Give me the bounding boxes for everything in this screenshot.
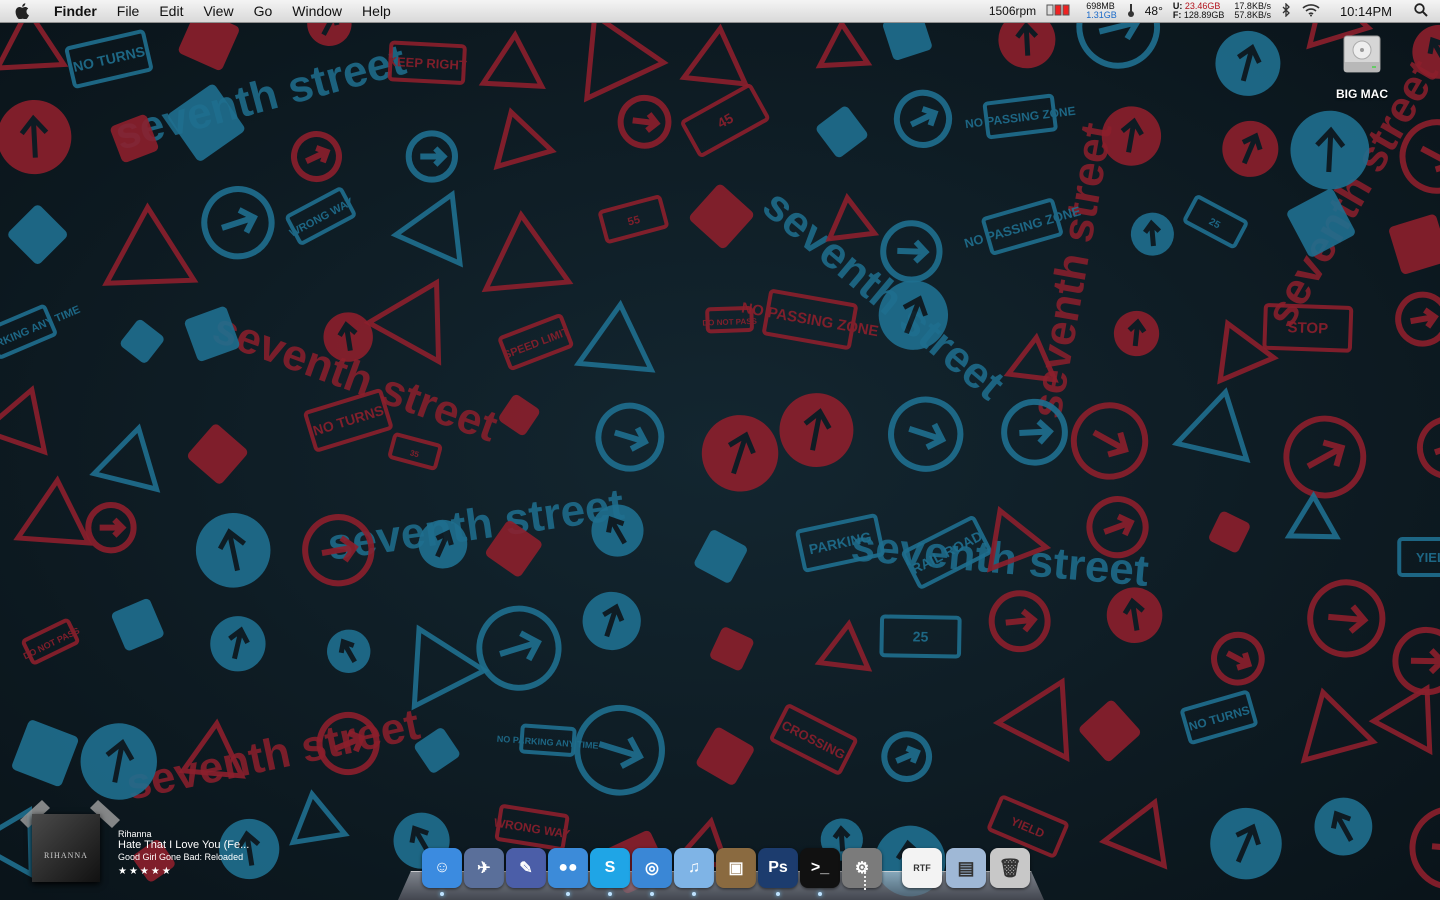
- memory-gauge-icon[interactable]: [1041, 3, 1081, 20]
- dock-safari-icon[interactable]: ◎: [632, 848, 672, 888]
- album-art-text: RIHANNA: [44, 851, 88, 860]
- dock-itunes-icon[interactable]: ♫: [674, 848, 714, 888]
- dock-preview-icon[interactable]: ✈: [464, 848, 504, 888]
- hard-drive-desktop-icon[interactable]: BIG MAC: [1330, 30, 1394, 101]
- dock-separator: [864, 868, 866, 890]
- network-status[interactable]: 17.8KB/s 57.8KB/s: [1229, 2, 1276, 20]
- now-playing-artist: Rihanna: [118, 829, 152, 839]
- dock-system-preferences-icon[interactable]: ⚙: [842, 848, 882, 888]
- running-indicator: [566, 892, 570, 896]
- now-playing-widget[interactable]: RIHANNA Rihanna Hate That I Love You (Fe…: [20, 800, 280, 890]
- running-indicator: [818, 892, 822, 896]
- memory-free: 1.31GB: [1086, 10, 1117, 20]
- dock-messenger-icon[interactable]: ●●: [548, 848, 588, 888]
- svg-text:YIELD: YIELD: [1416, 550, 1440, 565]
- menu-file[interactable]: File: [107, 0, 150, 22]
- dock-rtf-document-icon[interactable]: RTF: [902, 848, 942, 888]
- thermometer-icon: [1122, 3, 1140, 20]
- fan-speed-status[interactable]: 1506rpm: [984, 4, 1041, 18]
- temperature-status[interactable]: 48°: [1140, 4, 1168, 18]
- running-indicator: [440, 892, 444, 896]
- disk-status[interactable]: U: 23.46GB F: 128.89GB: [1168, 2, 1230, 20]
- svg-text:STOP: STOP: [1287, 319, 1328, 337]
- menu-go[interactable]: Go: [244, 0, 283, 22]
- dock-script-editor-icon[interactable]: ✎: [506, 848, 546, 888]
- bluetooth-icon[interactable]: [1276, 1, 1296, 20]
- now-playing-rating[interactable]: ★★★★★: [118, 866, 173, 877]
- dock-photoshop-icon[interactable]: Ps: [758, 848, 798, 888]
- menu-edit[interactable]: Edit: [149, 0, 193, 22]
- menu-app-finder[interactable]: Finder: [44, 0, 107, 22]
- disk-free: 128.89GB: [1183, 10, 1225, 20]
- running-indicator: [776, 892, 780, 896]
- hard-drive-label: BIG MAC: [1336, 87, 1388, 101]
- apple-menu-icon[interactable]: [0, 3, 44, 19]
- now-playing-album: Good Girl Gone Bad: Reloaded: [118, 852, 244, 862]
- menu-bar: Finder File Edit View Go Window Help 150…: [0, 0, 1440, 23]
- dock-finder-icon[interactable]: ☺: [422, 848, 462, 888]
- spotlight-search-icon[interactable]: [1406, 2, 1440, 20]
- menu-window[interactable]: Window: [282, 0, 352, 22]
- net-down: 57.8KB/s: [1234, 10, 1271, 20]
- wifi-icon[interactable]: [1296, 3, 1326, 20]
- dock-iphoto-icon[interactable]: ▣: [716, 848, 756, 888]
- desktop-wallpaper: seventh streetseventh streetseventh stre…: [0, 0, 1440, 900]
- svg-text:25: 25: [913, 628, 929, 644]
- menu-clock[interactable]: 10:14PM: [1326, 4, 1406, 19]
- now-playing-title: Hate That I Love You (Fe...: [118, 839, 250, 851]
- album-artwork[interactable]: RIHANNA: [32, 814, 100, 882]
- menu-view[interactable]: View: [193, 0, 243, 22]
- menu-extras: 1506rpm 698MB 1.31GB 48° U: 23.46GB F: 1…: [984, 0, 1440, 22]
- menu-help[interactable]: Help: [352, 0, 401, 22]
- dock-documents-icon[interactable]: ▤: [946, 848, 986, 888]
- dock-terminal-icon[interactable]: >_: [800, 848, 840, 888]
- running-indicator: [608, 892, 612, 896]
- memory-status[interactable]: 698MB 1.31GB: [1081, 2, 1122, 20]
- running-indicator: [692, 892, 696, 896]
- dock-skype-icon[interactable]: S: [590, 848, 630, 888]
- dock-trash-icon[interactable]: 🗑: [990, 848, 1030, 888]
- svg-text:DO NOT PASS: DO NOT PASS: [702, 317, 757, 328]
- hard-drive-icon: [1343, 35, 1381, 73]
- running-indicator: [650, 892, 654, 896]
- dock: ☺ ✈ ✎ ●● S ◎ ♫ ▣ Ps >_ ⚙ RTF ▤ 🗑: [398, 840, 1044, 900]
- disk-f-label: F:: [1172, 10, 1182, 20]
